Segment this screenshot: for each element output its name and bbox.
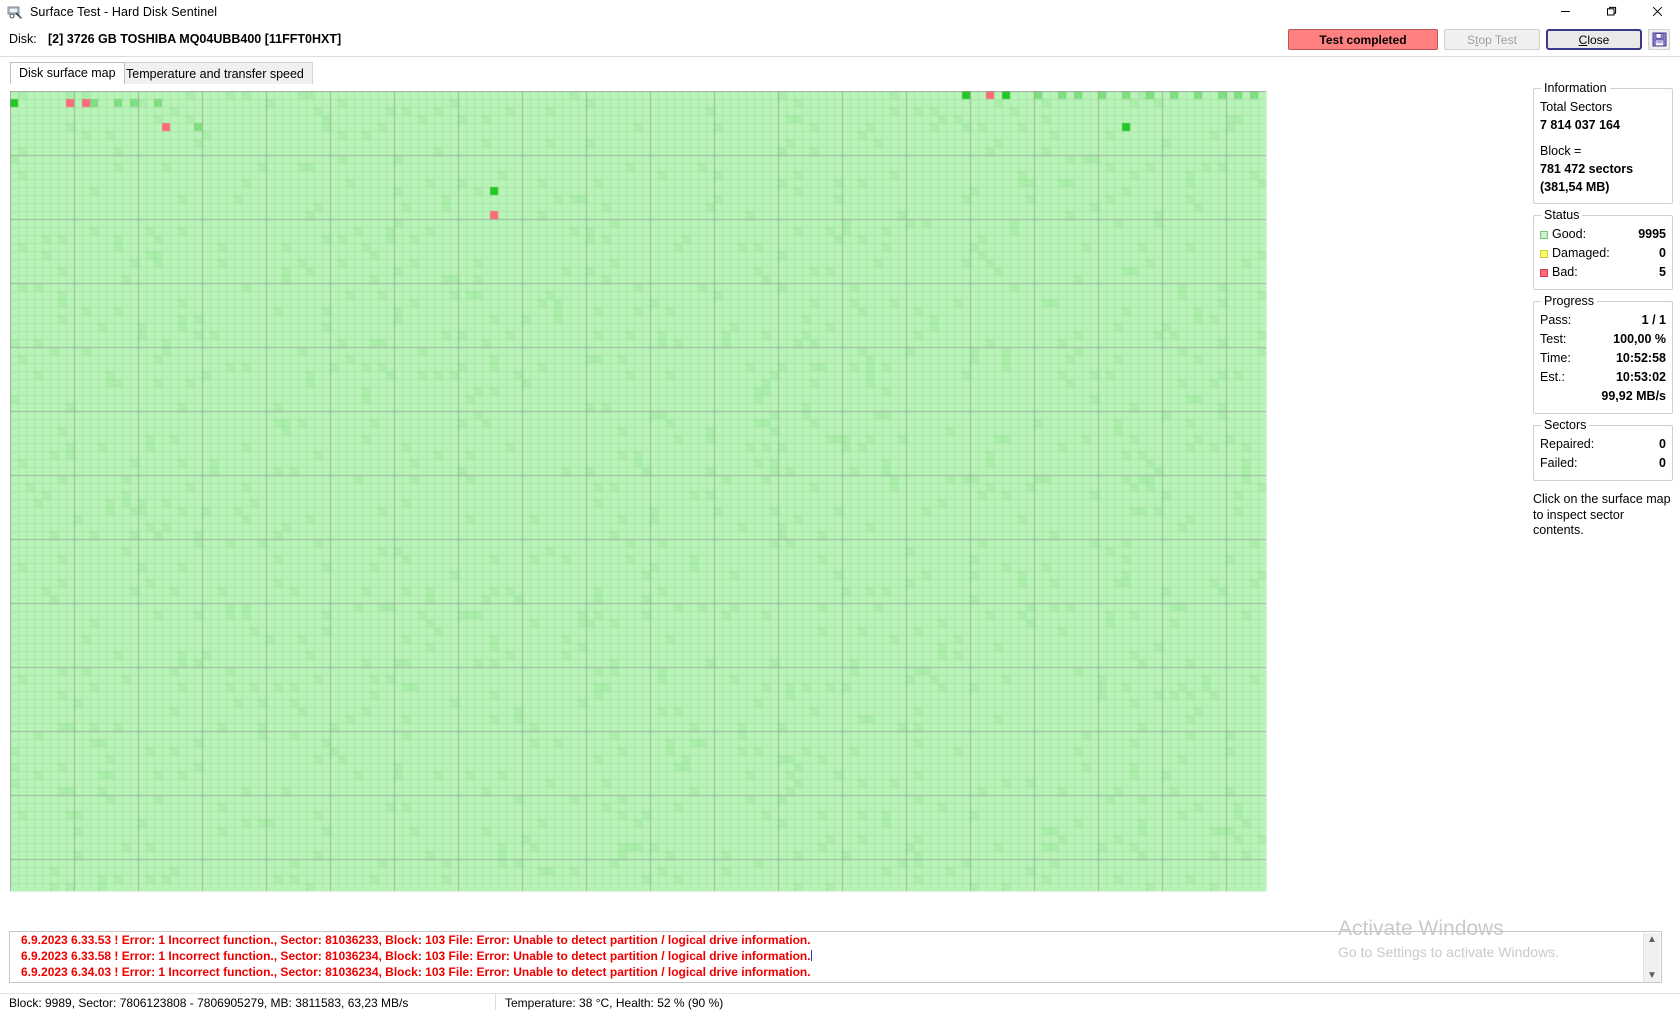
- tab-disk-surface-map-label: Disk surface map: [19, 66, 116, 80]
- side-panel: Information Total Sectors 7 814 037 164 …: [1533, 81, 1673, 539]
- status-bar-divider: [495, 994, 496, 1010]
- disk-surface-icon: [7, 4, 23, 20]
- progress-test-label: Test:: [1540, 332, 1567, 346]
- block-label: Block =: [1540, 144, 1582, 158]
- close-button[interactable]: [1634, 0, 1680, 23]
- disk-label: Disk:: [9, 32, 37, 46]
- progress-row-pass: Pass: 1 / 1: [1540, 311, 1666, 330]
- log-scrollbar[interactable]: ▲ ▼: [1643, 933, 1660, 982]
- progress-row-test: Test: 100,00 %: [1540, 330, 1666, 349]
- total-sectors-value: 7 814 037 164: [1540, 118, 1620, 132]
- stop-test-label: Stop Test: [1467, 32, 1517, 47]
- maximize-button[interactable]: [1588, 0, 1634, 23]
- sectors-repaired-value: 0: [1659, 437, 1666, 451]
- status-row-bad: Bad: 5: [1540, 263, 1666, 282]
- progress-pass-value: 1 / 1: [1641, 313, 1666, 327]
- scroll-up-icon[interactable]: ▲: [1647, 935, 1657, 945]
- progress-speed-value: 99,92 MB/s: [1601, 389, 1666, 403]
- tab-temperature-transfer-speed-label: Temperature and transfer speed: [126, 66, 304, 81]
- progress-row-speed: 99,92 MB/s: [1540, 387, 1666, 406]
- bad-swatch-icon: [1540, 268, 1548, 277]
- status-bad-value: 5: [1659, 265, 1666, 279]
- log-line: 6.9.2023 6.34.03 ! Error: 1 Incorrect fu…: [21, 965, 811, 979]
- scroll-down-icon[interactable]: ▼: [1647, 971, 1657, 981]
- status-title: Status: [1541, 208, 1583, 222]
- error-log[interactable]: 6.9.2023 6.33.53 ! Error: 1 Incorrect fu…: [9, 931, 1662, 983]
- text-caret: [810, 950, 812, 961]
- tab-disk-surface-map[interactable]: Disk surface map: [10, 62, 125, 84]
- progress-row-est: Est.: 10:53:02: [1540, 368, 1666, 387]
- progress-test-value: 100,00 %: [1613, 332, 1666, 346]
- sectors-row-repaired: Repaired: 0: [1540, 435, 1666, 454]
- total-sectors: Total Sectors 7 814 037 164: [1540, 98, 1666, 134]
- disk-value: [2] 3726 GB TOSHIBA MQ04UBB400 [11FFT0HX…: [48, 32, 342, 46]
- block-value: 781 472 sectors: [1540, 162, 1634, 176]
- stop-test-button[interactable]: Stop Test: [1444, 29, 1540, 50]
- progress-time-label: Time:: [1540, 351, 1571, 365]
- surface-map-canvas[interactable]: [10, 91, 1268, 897]
- damaged-swatch-icon: [1540, 249, 1548, 258]
- status-bad-label: Bad:: [1540, 263, 1578, 282]
- status-good-label: Good:: [1540, 225, 1586, 244]
- status-bar: Block: 9989, Sector: 7806123808 - 780690…: [0, 993, 1680, 1010]
- close-dialog-button[interactable]: Close: [1546, 29, 1642, 50]
- status-damaged-label: Damaged:: [1540, 244, 1610, 263]
- status-row-damaged: Damaged: 0: [1540, 244, 1666, 263]
- progress-title: Progress: [1541, 294, 1598, 308]
- progress-time-value: 10:52:58: [1615, 351, 1666, 365]
- minimize-button[interactable]: [1542, 0, 1588, 23]
- sectors-repaired-label: Repaired:: [1540, 437, 1595, 451]
- floppy-save-icon[interactable]: [1648, 29, 1670, 50]
- progress-row-time: Time: 10:52:58: [1540, 349, 1666, 368]
- progress-est-label: Est.:: [1540, 370, 1566, 384]
- disk-surface-map[interactable]: [10, 91, 1268, 897]
- surface-test-window: Surface Test - Hard Disk Sentinel Disk: …: [0, 0, 1680, 1010]
- information-group: Information Total Sectors 7 814 037 164 …: [1533, 81, 1673, 204]
- title-bar: Surface Test - Hard Disk Sentinel: [0, 0, 1680, 24]
- block-size: Block = 781 472 sectors (381,54 MB): [1540, 142, 1666, 196]
- sectors-title: Sectors: [1541, 418, 1590, 432]
- window-controls: [1542, 0, 1680, 23]
- block-size-mb: (381,54 MB): [1540, 180, 1610, 194]
- log-line: 6.9.2023 6.33.53 ! Error: 1 Incorrect fu…: [21, 933, 811, 947]
- log-line: 6.9.2023 6.33.58 ! Error: 1 Incorrect fu…: [21, 949, 812, 963]
- status-good-value: 9995: [1638, 227, 1666, 241]
- sectors-failed-label: Failed:: [1540, 456, 1578, 470]
- status-damaged-value: 0: [1659, 246, 1666, 260]
- status-bar-block-info: Block: 9989, Sector: 7806123808 - 780690…: [9, 996, 409, 1010]
- window-title: Surface Test - Hard Disk Sentinel: [30, 4, 218, 19]
- close-dialog-label: Close: [1578, 32, 1610, 47]
- sectors-failed-value: 0: [1659, 456, 1666, 470]
- tab-temperature-transfer-speed[interactable]: Temperature and transfer speed: [117, 62, 313, 84]
- information-title: Information: [1541, 81, 1610, 95]
- status-group: Status Good: 9995 Damaged: 0 Bad: 5: [1533, 208, 1673, 290]
- tab-strip: Disk surface map Temperature and transfe…: [0, 62, 1680, 84]
- progress-pass-label: Pass:: [1540, 313, 1572, 327]
- sectors-group: Sectors Repaired: 0 Failed: 0: [1533, 418, 1673, 481]
- sectors-row-failed: Failed: 0: [1540, 454, 1666, 473]
- status-row-good: Good: 9995: [1540, 225, 1666, 244]
- status-bar-health-info: Temperature: 38 °C, Health: 52 % (90 %): [505, 996, 724, 1010]
- progress-group: Progress Pass: 1 / 1 Test: 100,00 % Time…: [1533, 294, 1673, 414]
- surface-map-hint: Click on the surface map to inspect sect…: [1533, 492, 1671, 537]
- test-status-badge: Test completed: [1288, 29, 1438, 50]
- total-sectors-label: Total Sectors: [1540, 100, 1613, 114]
- good-swatch-icon: [1540, 230, 1548, 239]
- progress-est-value: 10:53:02: [1615, 370, 1666, 384]
